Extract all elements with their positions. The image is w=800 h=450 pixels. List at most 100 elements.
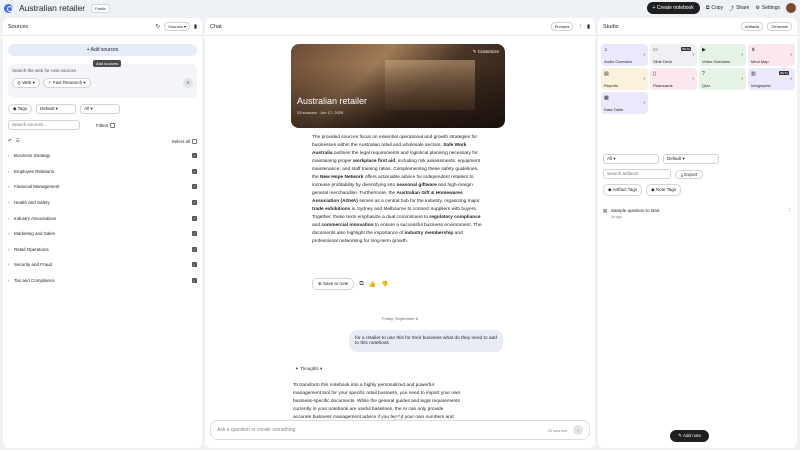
tile-quiz[interactable]: ? Quiz › — [699, 68, 746, 90]
artifacts-button[interactable]: Artifacts — [740, 22, 764, 31]
search-sources-input[interactable]: Search sources... — [8, 120, 80, 130]
chevron-right-icon[interactable]: › — [643, 52, 645, 58]
chevron-right-icon[interactable]: › — [643, 76, 645, 82]
list-item[interactable]: › Health and Safety ✓ — [8, 195, 197, 211]
category-label: Business Strategy — [14, 153, 51, 159]
chat-scroll-area[interactable]: ✎ Customize Australian retailer 33 sourc… — [205, 36, 595, 448]
avatar[interactable] — [786, 3, 796, 13]
add-note-label: Add note — [682, 433, 701, 438]
chevron-right-icon[interactable]: › — [741, 52, 743, 58]
thoughts-label: Thoughts — [299, 366, 319, 371]
app-logo-icon[interactable] — [4, 3, 13, 13]
copy-button[interactable]: ⧉ Copy — [706, 5, 723, 11]
category-checkbox[interactable]: ✓ — [192, 246, 197, 252]
settings-button[interactable]: ⚙ Settings — [755, 5, 780, 11]
generate-button[interactable]: Generate — [767, 22, 792, 31]
category-checkbox[interactable]: ✓ — [192, 215, 197, 221]
copy-icon[interactable]: ⧉ — [359, 281, 363, 288]
create-notebook-button[interactable]: + Create notebook — [646, 2, 700, 14]
export-button[interactable]: ⤓ Export — [675, 169, 704, 179]
sources-dropdown[interactable]: Sources ▾ — [164, 22, 190, 31]
chat-title: Chat — [210, 23, 222, 30]
tile-infographic[interactable]: ▥ BETA Infographic › — [748, 68, 795, 90]
artifact-all-select[interactable]: All ▾ — [603, 154, 659, 164]
list-item[interactable]: › Employee Relations ✓ — [8, 164, 197, 180]
prompts-button[interactable]: Prompts — [550, 22, 574, 31]
video-icon: ▶ — [702, 47, 706, 53]
list-item[interactable]: › Marketing and Sales ✓ — [8, 226, 197, 242]
list-item[interactable]: › Tax and Compliance ✓ — [8, 273, 197, 289]
thumbs-down-icon[interactable]: 👎 — [381, 281, 388, 288]
source-count: 33 sources — [547, 427, 567, 433]
tags-button[interactable]: ◆ Tags — [8, 104, 33, 114]
share-icon: ⤴ — [729, 5, 735, 12]
thoughts-toggle[interactable]: ✦ Thoughts ▾ — [295, 366, 322, 372]
tile-reports[interactable]: ▤ Reports › — [601, 68, 648, 90]
collapse-panel-icon[interactable]: ▮ — [194, 24, 197, 30]
category-checkbox[interactable]: ✓ — [192, 262, 197, 268]
collapse-panel-icon[interactable]: ▮ — [587, 24, 590, 30]
cover-subtitle: 33 sources · Jun 17, 2025 — [297, 110, 344, 115]
category-checkbox[interactable]: ✓ — [192, 278, 197, 284]
save-to-note-button[interactable]: ⊕ Save to note — [312, 278, 355, 290]
public-badge[interactable]: Public — [91, 3, 111, 13]
summary-text: serves as a central hub for the industry… — [359, 199, 480, 204]
all-select[interactable]: All ▾ — [80, 104, 121, 114]
chevron-right-icon[interactable]: › — [790, 52, 792, 58]
note-add-icon: ✎ — [678, 433, 682, 438]
tile-flashcards[interactable]: ▯ Flashcards › — [650, 68, 697, 90]
thumbs-up-icon[interactable]: 👍 — [369, 281, 376, 288]
category-checkbox[interactable]: ✓ — [192, 168, 197, 174]
notebook-title[interactable]: Australian retailer — [19, 3, 85, 13]
chevron-right-icon[interactable]: › — [643, 100, 645, 106]
tree-icon[interactable]: ☰ — [16, 138, 20, 144]
search-icon[interactable]: ⌕ — [183, 78, 193, 88]
category-checkbox[interactable]: ✓ — [192, 231, 197, 237]
artifact-default-select[interactable]: Default ▾ — [663, 154, 719, 164]
search-artifacts-input[interactable]: Search artifacts — [603, 169, 671, 179]
tags-select[interactable]: Default ▾ — [36, 104, 77, 114]
fast-research-chip[interactable]: ✧ Fast Research ▾ — [42, 78, 91, 88]
send-arrow-icon[interactable]: → — [573, 425, 583, 435]
tile-data-table[interactable]: ▦ Data Table › — [601, 92, 648, 114]
web-search-hint[interactable]: Search the web for new sources — [12, 68, 193, 73]
add-note-button[interactable]: ✎ Add note — [670, 430, 709, 442]
artifact-tags-button[interactable]: ◆ Artifact Tags — [603, 184, 643, 196]
chevron-right-icon[interactable]: › — [790, 76, 792, 82]
note-tags-button[interactable]: ◆ Note Tags — [646, 184, 682, 196]
more-icon[interactable]: ⋮ — [788, 208, 793, 219]
list-item[interactable]: ▤ Sample question to start 4d ago ⋮ — [603, 208, 792, 219]
list-item[interactable]: › Financial Management ✓ — [8, 179, 197, 195]
tile-video-overview[interactable]: ▶ Video Overview › — [699, 44, 746, 66]
tile-audio-overview[interactable]: ♫ Audio Overview › — [601, 44, 648, 66]
more-icon[interactable]: ⋮ — [577, 24, 583, 30]
chevron-right-icon[interactable]: › — [741, 76, 743, 82]
share-button[interactable]: ⤴ Share — [729, 5, 749, 12]
chevron-right-icon[interactable]: › — [692, 76, 694, 82]
customize-button[interactable]: ✎ Customize — [473, 49, 499, 55]
sparkle-icon: ✦ — [295, 366, 299, 371]
add-sources-button[interactable]: + Add sources — [8, 44, 197, 56]
artifact-timestamp: 4d ago — [611, 215, 622, 219]
filters-checkbox[interactable] — [110, 122, 116, 128]
chevron-right-icon[interactable]: › — [692, 52, 694, 58]
chat-input[interactable]: Ask a question or create something 33 so… — [210, 420, 590, 440]
select-all-checkbox[interactable] — [192, 138, 197, 144]
beta-badge: BETA — [779, 71, 789, 75]
tile-slide-deck[interactable]: ▭ BETA Slide Deck › — [650, 44, 697, 66]
refresh-icon[interactable]: ↻ — [156, 24, 161, 30]
list-item[interactable]: › Business Strategy ✓ — [8, 148, 197, 164]
list-item[interactable]: › Industry Associations ✓ — [8, 210, 197, 226]
list-item[interactable]: › Retail Operations ✓ — [8, 242, 197, 258]
table-icon: ▦ — [604, 95, 609, 101]
add-sources-tooltip: Add sources — [93, 60, 122, 67]
filters-toggle[interactable]: Filters — [96, 122, 116, 128]
web-chip[interactable]: ◎ Web ▾ — [12, 78, 40, 88]
category-checkbox[interactable]: ✓ — [192, 153, 197, 159]
undo-icon[interactable]: ↶ — [8, 138, 12, 144]
list-item[interactable]: › Security and Fraud ✓ — [8, 257, 197, 273]
category-checkbox[interactable]: ✓ — [192, 184, 197, 190]
tile-label: Data Table — [604, 107, 624, 112]
tile-mind-map[interactable]: ⋔ Mind Map › — [748, 44, 795, 66]
category-checkbox[interactable]: ✓ — [192, 200, 197, 206]
